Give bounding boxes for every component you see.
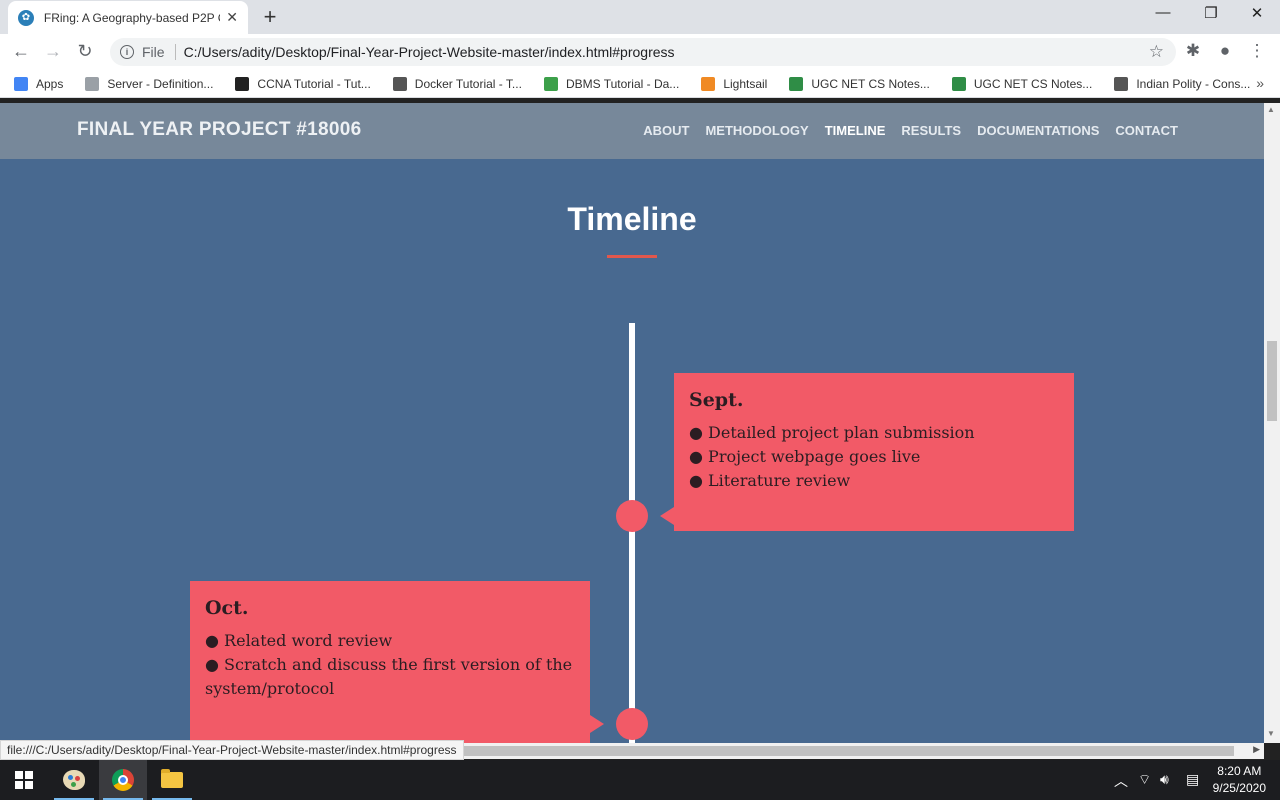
timeline-item: system/protocol <box>205 679 335 698</box>
scroll-thumb[interactable] <box>1267 341 1277 421</box>
windows-start-icon[interactable] <box>0 760 48 800</box>
b-badge-icon <box>543 76 558 91</box>
timeline-item: ● Project webpage goes live <box>689 447 921 466</box>
menu-kebab-icon[interactable]: ⋮ <box>1246 41 1268 61</box>
timeline-month: Sept. <box>689 389 744 411</box>
timeline-item: ● Scratch and discuss the first version … <box>205 655 573 674</box>
tutorial-icon <box>235 76 250 91</box>
bookmark-item[interactable]: UGC NET CS Notes... <box>951 76 1093 91</box>
windows-taskbar: ︿ ⌔ 🔊︎ ▤ 8:20 AM 9/25/2020 <box>0 760 1280 800</box>
nav-link-about[interactable]: ABOUT <box>643 123 689 138</box>
site-navbar: FINAL YEAR PROJECT #18006 ABOUT METHODOLO… <box>0 103 1264 159</box>
bookmark-item[interactable]: Lightsail <box>701 76 768 91</box>
apps-grid-icon <box>14 76 28 91</box>
gfg-icon <box>951 76 966 91</box>
system-clock[interactable]: 8:20 AM 9/25/2020 <box>1213 763 1266 797</box>
timeline-month: Oct. <box>205 597 249 619</box>
profile-avatar-icon[interactable]: ● <box>1214 41 1236 61</box>
bookmark-item[interactable]: Docker Tutorial - T... <box>392 76 522 91</box>
url-text[interactable]: C:/Users/adity/Desktop/Final-Year-Projec… <box>184 44 675 60</box>
title-underline <box>607 255 657 258</box>
scroll-up-icon[interactable]: ▲ <box>1267 105 1275 114</box>
bookmark-item[interactable]: UGC NET CS Notes... <box>789 76 930 91</box>
minimize-icon[interactable]: — <box>1140 4 1186 21</box>
extensions-puzzle-icon[interactable]: ✱ <box>1182 41 1204 61</box>
divider <box>174 44 176 60</box>
card-pointer <box>590 715 604 733</box>
site-favicon-icon: ✿ <box>18 9 34 26</box>
page-icon <box>85 76 100 91</box>
timeline-dot-sept <box>616 500 648 532</box>
timeline-line <box>629 323 635 743</box>
section-title: Timeline <box>567 201 697 237</box>
timeline-item: ● Detailed project plan submission <box>689 423 975 442</box>
timeline-item: ● Related word review <box>205 631 393 650</box>
tab-title: FRing: A Geography-based P2P C <box>43 10 221 25</box>
bookmark-item[interactable]: DBMS Tutorial - Da... <box>543 76 680 91</box>
bookmark-label: UGC NET CS Notes... <box>973 76 1093 91</box>
bookmark-label: Docker Tutorial - T... <box>414 76 522 91</box>
nav-link-results[interactable]: RESULTS <box>901 123 961 138</box>
volume-icon[interactable]: 🔊︎ <box>1160 771 1169 788</box>
browser-tab[interactable]: ✿ FRing: A Geography-based P2P C ✕ <box>8 1 248 34</box>
diamond-icon <box>392 76 407 91</box>
bookmark-item[interactable]: Server - Definition... <box>85 76 214 91</box>
bookmark-label: Indian Polity - Cons... <box>1136 76 1251 91</box>
paint-icon[interactable] <box>50 760 98 800</box>
clock-date: 9/25/2020 <box>1212 781 1266 795</box>
notification-icon[interactable]: ▤ <box>1186 771 1199 788</box>
tab-strip: ✿ FRing: A Geography-based P2P C ✕ + — ❐… <box>0 0 1280 34</box>
reload-icon[interactable]: ↻ <box>74 41 96 62</box>
close-window-icon[interactable]: ✕ <box>1234 4 1280 22</box>
bookmark-item[interactable]: Apps <box>14 76 64 91</box>
nav-link-contact[interactable]: CONTACT <box>1115 123 1178 138</box>
card-pointer <box>660 507 674 525</box>
bookmark-item[interactable]: CCNA Tutorial - Tut... <box>235 76 371 91</box>
address-bar[interactable]: i File C:/Users/adity/Desktop/Final-Year… <box>110 38 1176 66</box>
vertical-scrollbar[interactable]: ▲ ▼ <box>1264 103 1280 743</box>
timeline-item: ● Literature review <box>689 471 851 490</box>
restore-icon[interactable]: ❐ <box>1188 4 1234 22</box>
more-bookmarks-icon[interactable]: » <box>1256 75 1264 91</box>
bookmark-label: Lightsail <box>723 76 768 91</box>
bookmark-item[interactable]: Indian Polity - Cons... <box>1114 76 1251 91</box>
bookmark-star-icon[interactable]: ☆ <box>1149 42 1164 62</box>
bookmark-label: Server - Definition... <box>107 76 214 91</box>
new-tab-button[interactable]: + <box>258 4 282 30</box>
browser-toolbar: ← → ↻ i File C:/Users/adity/Desktop/Fina… <box>0 34 1280 70</box>
chrome-icon[interactable] <box>99 760 147 800</box>
bookmark-label: DBMS Tutorial - Da... <box>565 76 680 91</box>
site-brand[interactable]: FINAL YEAR PROJECT #18006 <box>77 119 362 141</box>
scroll-down-icon[interactable]: ▼ <box>1267 729 1275 738</box>
status-url: file:///C:/Users/adity/Desktop/Final-Yea… <box>0 740 464 760</box>
scroll-right-icon[interactable]: ▶ <box>1253 744 1260 755</box>
file-explorer-icon[interactable] <box>148 760 196 800</box>
timeline-card-sept: Sept. ● Detailed project plan submission… <box>674 373 1074 531</box>
cube-icon <box>701 76 716 91</box>
clock-time: 8:20 AM <box>1217 764 1262 778</box>
forward-icon[interactable]: → <box>42 41 64 62</box>
bookmark-label: CCNA Tutorial - Tut... <box>257 76 371 91</box>
url-scheme: File <box>142 44 165 60</box>
back-icon[interactable]: ← <box>10 41 32 62</box>
bookmarks-bar: Apps Server - Definition... CCNA Tutorial … <box>0 70 1280 98</box>
site-menu: ABOUT METHODOLOGY TIMELINE RESULTS DOCUMENTA… <box>627 123 1178 138</box>
close-tab-icon[interactable]: ✕ <box>226 9 238 26</box>
nav-link-timeline[interactable]: TIMELINE <box>825 123 886 138</box>
bookmark-label: UGC NET CS Notes... <box>811 76 930 91</box>
timeline-dot-oct <box>616 708 648 740</box>
bookmark-label: Apps <box>36 76 64 91</box>
nav-link-documentations[interactable]: DOCUMENTATIONS <box>977 123 1099 138</box>
timeline-card-oct: Oct. ● Related word review ● Scratch and… <box>190 581 590 743</box>
page-viewport: FINAL YEAR PROJECT #18006 ABOUT METHODOLO… <box>0 103 1264 743</box>
wifi-icon[interactable]: ⌔ <box>1138 771 1151 789</box>
nav-link-methodology[interactable]: METHODOLOGY <box>705 123 808 138</box>
info-icon[interactable]: i <box>120 45 134 59</box>
diamond-icon <box>1114 76 1129 91</box>
show-hidden-icons-icon[interactable]: ︿ <box>1114 771 1128 791</box>
gfg-icon <box>789 76 804 91</box>
